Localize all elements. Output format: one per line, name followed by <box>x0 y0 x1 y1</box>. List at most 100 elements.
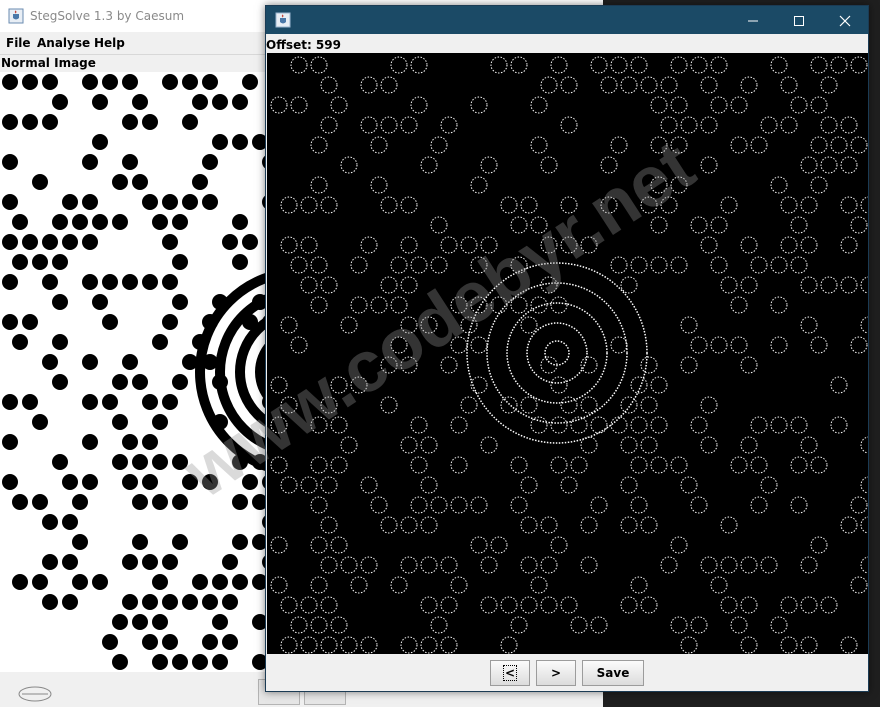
viewer-window: Offset: 599 < > Save <box>265 5 869 692</box>
image-dot <box>122 274 138 290</box>
image-dot <box>760 116 778 134</box>
image-dot <box>82 274 98 290</box>
image-dot <box>450 416 468 434</box>
image-dot <box>690 336 708 354</box>
image-dot <box>320 476 338 494</box>
image-dot <box>500 596 518 614</box>
image-dot <box>420 316 438 334</box>
image-dot <box>430 616 448 634</box>
image-dot <box>52 374 68 390</box>
image-dot <box>102 74 118 90</box>
image-dot <box>320 76 338 94</box>
image-dot <box>650 216 668 234</box>
image-dot <box>162 274 178 290</box>
image-dot <box>830 136 848 154</box>
menu-help[interactable]: Help <box>94 36 125 50</box>
image-dot <box>32 174 48 190</box>
image-dot <box>830 56 848 74</box>
image-dot <box>670 136 688 154</box>
image-dot <box>400 236 418 254</box>
image-dot <box>860 436 868 454</box>
image-dot <box>280 396 298 414</box>
image-dot <box>232 254 248 270</box>
image-dot <box>740 436 758 454</box>
image-dot <box>740 636 758 654</box>
image-dot <box>32 414 48 430</box>
image-dot <box>360 556 378 574</box>
image-dot <box>740 596 758 614</box>
image-dot <box>62 514 78 530</box>
image-dot <box>290 256 308 274</box>
minimize-button[interactable] <box>730 6 776 34</box>
image-dot <box>590 56 608 74</box>
image-dot <box>430 216 448 234</box>
image-dot <box>182 74 198 90</box>
image-dot <box>142 594 158 610</box>
image-dot <box>32 574 48 590</box>
image-dot <box>410 416 428 434</box>
image-dot <box>750 456 768 474</box>
image-dot <box>800 636 818 654</box>
close-button[interactable] <box>822 6 868 34</box>
image-dot <box>102 314 118 330</box>
image-dot <box>112 414 128 430</box>
image-dot <box>630 256 648 274</box>
image-dot <box>410 96 428 114</box>
image-dot <box>82 234 98 250</box>
image-dot <box>142 554 158 570</box>
image-dot <box>52 94 68 110</box>
image-dot <box>730 456 748 474</box>
image-dot <box>470 176 488 194</box>
image-dot <box>330 416 348 434</box>
image-dot <box>860 196 868 214</box>
image-dot <box>310 256 328 274</box>
image-dot <box>490 296 508 314</box>
image-dot <box>580 396 598 414</box>
image-dot <box>700 556 718 574</box>
image-dot <box>270 456 288 474</box>
image-dot <box>192 94 208 110</box>
maximize-button[interactable] <box>776 6 822 34</box>
image-dot <box>192 174 208 190</box>
image-dot <box>450 456 468 474</box>
image-dot <box>32 494 48 510</box>
image-dot <box>72 534 88 550</box>
image-dot <box>820 116 838 134</box>
image-dot <box>540 236 558 254</box>
save-button[interactable]: Save <box>582 660 644 686</box>
image-dot <box>132 494 148 510</box>
image-dot <box>12 214 28 230</box>
image-dot <box>860 276 868 294</box>
image-dot <box>420 436 438 454</box>
image-dot <box>222 554 238 570</box>
image-dot <box>380 516 398 534</box>
image-dot <box>370 176 388 194</box>
image-dot <box>62 194 78 210</box>
image-dot <box>400 556 418 574</box>
image-dot <box>580 516 598 534</box>
image-dot <box>640 516 658 534</box>
image-dot <box>390 296 408 314</box>
image-dot <box>142 474 158 490</box>
image-dot <box>122 74 138 90</box>
viewer-title-bar[interactable] <box>266 6 868 34</box>
image-dot <box>650 256 668 274</box>
image-dot <box>540 516 558 534</box>
menu-analyse[interactable]: Analyse <box>37 36 90 50</box>
next-button[interactable]: > <box>536 660 576 686</box>
menu-file[interactable]: File <box>6 36 31 50</box>
image-dot <box>430 136 448 154</box>
image-dot <box>790 256 808 274</box>
prev-button[interactable]: < <box>490 660 530 686</box>
image-dot <box>570 616 588 634</box>
image-dot <box>800 436 818 454</box>
image-dot <box>390 256 408 274</box>
image-dot <box>740 556 758 574</box>
image-dot <box>640 76 658 94</box>
image-dot <box>740 356 758 374</box>
image-dot <box>172 254 188 270</box>
security-logo-icon <box>18 686 52 702</box>
image-dot <box>680 476 698 494</box>
image-dot <box>860 476 868 494</box>
image-dot <box>850 56 868 74</box>
